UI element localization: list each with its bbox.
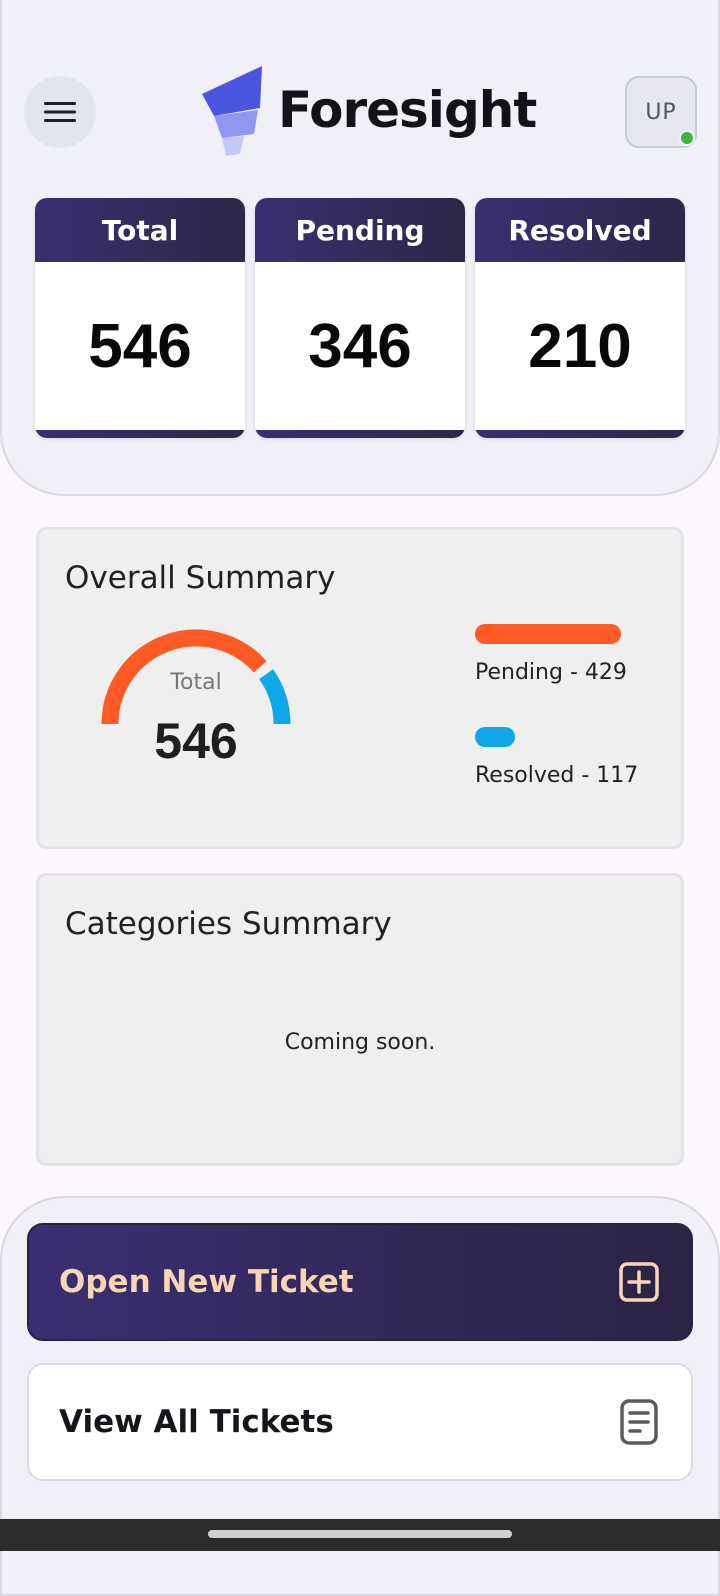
stat-value: 210 bbox=[528, 311, 632, 381]
stat-footer bbox=[255, 430, 465, 438]
view-all-tickets-label: View All Tickets bbox=[59, 1404, 334, 1440]
stat-value: 546 bbox=[88, 311, 192, 381]
document-list-icon bbox=[620, 1399, 658, 1445]
gauge-value: 546 bbox=[154, 713, 238, 769]
app-brand-title: Foresight bbox=[278, 81, 537, 139]
stat-card-pending: Pending 346 bbox=[255, 198, 465, 438]
stat-label: Pending bbox=[255, 198, 465, 262]
open-new-ticket-label: Open New Ticket bbox=[59, 1264, 354, 1300]
hamburger-menu-icon bbox=[44, 102, 76, 122]
stat-footer bbox=[475, 430, 685, 438]
foresight-logo-icon bbox=[202, 66, 262, 156]
legend-pending-swatch bbox=[475, 624, 621, 644]
stat-card-resolved: Resolved 210 bbox=[475, 198, 685, 438]
system-navigation-bar bbox=[0, 1519, 720, 1551]
view-all-tickets-button[interactable]: View All Tickets bbox=[27, 1363, 693, 1481]
gauge-label: Total bbox=[170, 670, 222, 695]
online-status-dot bbox=[679, 130, 695, 146]
avatar-initials: UP bbox=[645, 99, 677, 125]
card-title: Overall Summary bbox=[65, 560, 336, 596]
legend-resolved-label: Resolved - 117 bbox=[475, 763, 639, 788]
overall-summary-card: Overall Summary Total 546 Pending - 429 … bbox=[36, 527, 684, 849]
home-gesture-handle[interactable] bbox=[208, 1530, 512, 1538]
stat-label: Resolved bbox=[475, 198, 685, 262]
card-title: Categories Summary bbox=[65, 906, 392, 942]
categories-summary-card: Categories Summary Coming soon. bbox=[36, 873, 684, 1166]
stat-footer bbox=[35, 430, 245, 438]
coming-soon-message: Coming soon. bbox=[284, 1030, 436, 1055]
menu-button[interactable] bbox=[24, 76, 96, 148]
legend-pending-label: Pending - 429 bbox=[475, 660, 627, 685]
stat-card-total: Total 546 bbox=[35, 198, 245, 438]
stat-label: Total bbox=[35, 198, 245, 262]
open-new-ticket-button[interactable]: Open New Ticket bbox=[27, 1223, 693, 1341]
legend-resolved-swatch bbox=[475, 727, 515, 747]
plus-square-icon bbox=[619, 1262, 659, 1302]
stat-value: 346 bbox=[308, 311, 412, 381]
